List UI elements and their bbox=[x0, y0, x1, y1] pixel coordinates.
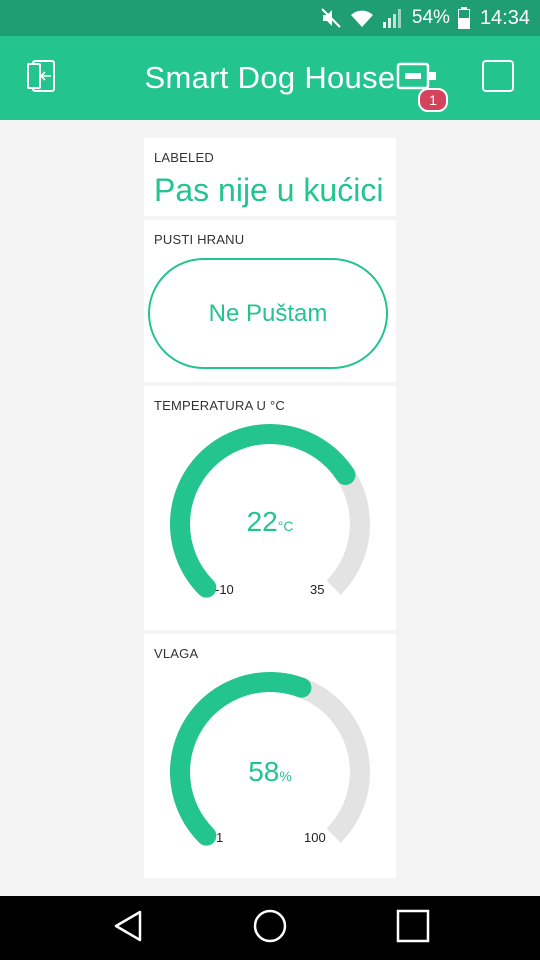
recents-icon bbox=[396, 909, 430, 948]
mute-icon bbox=[320, 7, 342, 29]
widget-label: PUSTI HRANU bbox=[154, 232, 245, 247]
page-title: Smart Dog House bbox=[144, 60, 396, 95]
humidity-gauge-widget: VLAGA 58% 1 100 bbox=[144, 634, 396, 878]
status-bar: 54% 14:34 bbox=[0, 0, 540, 36]
home-icon bbox=[252, 908, 288, 949]
back-icon bbox=[112, 909, 144, 948]
signal-icon bbox=[382, 7, 404, 29]
gauge-max: 35 bbox=[310, 582, 325, 597]
gauge-max: 100 bbox=[304, 830, 326, 845]
humidity-number: 58 bbox=[248, 756, 280, 787]
system-nav-bar bbox=[0, 896, 540, 960]
feed-toggle-button[interactable]: Ne Puštam bbox=[148, 258, 388, 369]
labeled-widget: LABELED Pas nije u kućici bbox=[144, 138, 396, 216]
button-widget: PUSTI HRANU Ne Puštam bbox=[144, 220, 396, 382]
stop-square-icon bbox=[481, 59, 515, 98]
app-bar: Smart Dog House 1 bbox=[0, 36, 540, 120]
gauge-min: 1 bbox=[216, 830, 224, 845]
widget-label: LABELED bbox=[154, 150, 214, 165]
temperature-gauge-widget: TEMPERATURA U °C 22°C -10 35 bbox=[144, 386, 396, 630]
temperature-unit: °C bbox=[277, 518, 294, 534]
battery-icon bbox=[457, 7, 470, 29]
temperature-value: 22°C bbox=[144, 506, 396, 538]
stop-button[interactable] bbox=[478, 36, 518, 120]
battery-percent: 54% bbox=[411, 7, 450, 28]
humidity-value: 58% bbox=[144, 756, 396, 788]
temperature-number: 22 bbox=[246, 506, 278, 537]
recents-button[interactable] bbox=[373, 896, 453, 960]
device-badge: 1 bbox=[418, 88, 448, 112]
humidity-unit: % bbox=[279, 768, 292, 784]
clock: 14:34 bbox=[479, 6, 530, 29]
labeled-value: Pas nije u kućici bbox=[154, 172, 384, 208]
back-button[interactable] bbox=[88, 896, 168, 960]
wifi-icon bbox=[350, 8, 374, 28]
gauge-min: -10 bbox=[215, 582, 234, 597]
home-button[interactable] bbox=[230, 896, 310, 960]
